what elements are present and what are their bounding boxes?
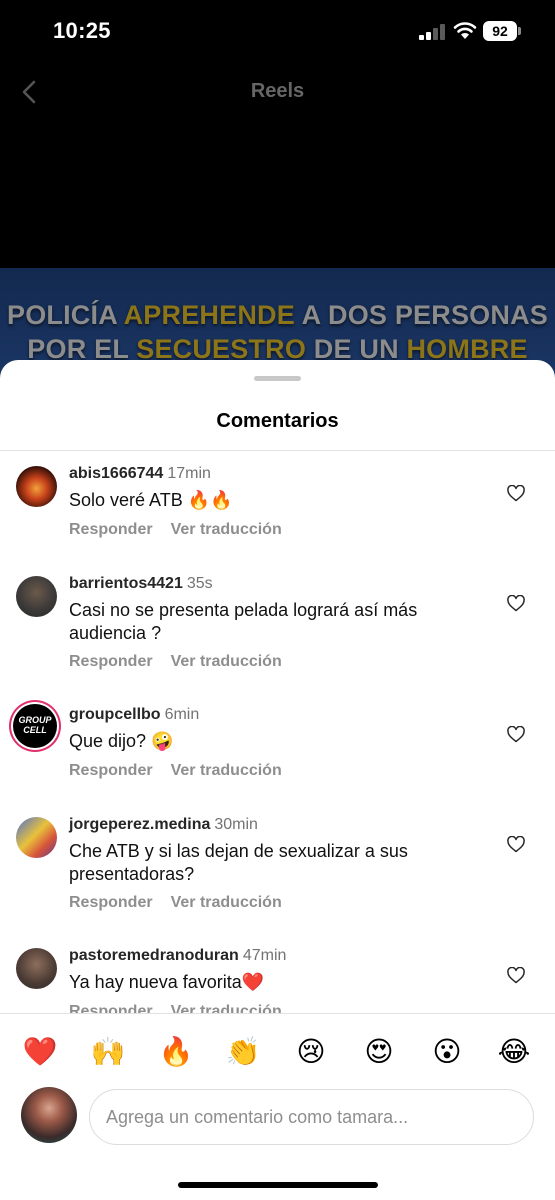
battery-tip	[518, 27, 521, 35]
video-headline: POLICÍA APREHENDE A DOS PERSONAS POR EL …	[0, 298, 555, 366]
comments-sheet: Comentarios abis1666744 17min Solo veré A…	[0, 360, 555, 1200]
heart-icon[interactable]	[507, 836, 525, 853]
raising-hands-emoji-button[interactable]: 🙌	[90, 1034, 126, 1070]
laughing-face-emoji-button[interactable]: 😂	[496, 1034, 532, 1070]
clapping-hands-emoji-button[interactable]: 👏	[225, 1034, 261, 1070]
battery-indicator: 92	[483, 21, 517, 41]
wifi-icon	[453, 22, 477, 39]
comment-actions: Responder Ver traducción	[69, 521, 300, 539]
comment-actions: Responder Ver traducción	[69, 762, 300, 780]
comment-text: Ya hay nueva favorita❤️	[69, 972, 265, 992]
comment-text: Che ATB y si las dejan de sexualizar a s…	[69, 841, 408, 884]
comment-username[interactable]: jorgeperez.medina	[69, 816, 210, 833]
status-time: 10:25	[53, 18, 111, 43]
comment-text: Que dijo? 🤪	[69, 731, 174, 751]
avatar[interactable]: GROUP CELL	[13, 704, 57, 748]
reply-button[interactable]: Responder	[69, 762, 153, 779]
translate-button[interactable]: Ver traducción	[171, 521, 282, 538]
fire-emoji-button[interactable]: 🔥	[158, 1034, 194, 1070]
comment-header: groupcellbo 6min	[69, 706, 199, 724]
comment-item: jorgeperez.medina 30min Che ATB y si las …	[0, 810, 555, 941]
sheet-grabber[interactable]	[254, 376, 301, 381]
comment-item: pastoremedranoduran 47min Ya hay nueva fa…	[0, 941, 555, 1013]
comment-item: GROUP CELL groupcellbo 6min Que dijo? 🤪 R…	[0, 700, 555, 810]
home-indicator[interactable]	[178, 1182, 378, 1188]
heart-eyes-emoji-button[interactable]: 😍	[361, 1034, 397, 1070]
avatar[interactable]	[16, 576, 57, 617]
comment-time: 6min	[164, 706, 200, 723]
avatar[interactable]	[16, 466, 57, 507]
comment-username[interactable]: groupcellbo	[69, 706, 161, 723]
avatar[interactable]	[16, 948, 57, 989]
reply-button[interactable]: Responder	[69, 521, 153, 538]
translate-button[interactable]: Ver traducción	[171, 653, 282, 670]
heart-icon[interactable]	[507, 595, 525, 612]
comment-header: barrientos4421 35s	[69, 575, 213, 593]
heart-icon[interactable]	[507, 726, 525, 743]
comment-username[interactable]: pastoremedranoduran	[69, 947, 239, 964]
comment-actions: Responder Ver traducción	[69, 653, 300, 671]
crying-face-emoji-button[interactable]: 😢	[293, 1034, 329, 1070]
comments-list[interactable]: abis1666744 17min Solo veré ATB 🔥🔥 Respon…	[0, 451, 555, 1013]
translate-button[interactable]: Ver traducción	[171, 762, 282, 779]
comment-text: Casi no se presenta pelada logrará así m…	[69, 600, 418, 643]
comment-time: 35s	[186, 575, 213, 592]
headline-word: A DOS PERSONAS	[294, 300, 548, 330]
headline-line-1: POLICÍA APREHENDE A DOS PERSONAS	[0, 298, 555, 332]
comment-actions: Responder Ver traducción	[69, 1003, 300, 1013]
my-avatar	[21, 1087, 77, 1143]
comment-header: jorgeperez.medina 30min	[69, 816, 258, 834]
avatar[interactable]	[16, 817, 57, 858]
comment-username[interactable]: barrientos4421	[69, 575, 183, 592]
page-title: Reels	[250, 80, 305, 102]
surprised-face-emoji-button[interactable]: 😮	[429, 1034, 465, 1070]
avatar-logo-text: GROUP CELL	[18, 715, 52, 735]
comment-time: 30min	[214, 816, 258, 833]
emoji-reaction-bar: ❤️ 🙌 🔥 👏 😢 😍 😮 😂	[0, 1013, 555, 1085]
cellular-signal-icon	[419, 24, 445, 40]
heart-icon[interactable]	[507, 485, 525, 502]
comment-time: 17min	[167, 465, 211, 482]
heart-icon[interactable]	[507, 967, 525, 984]
headline-word: POLICÍA	[7, 300, 124, 330]
comment-item: barrientos4421 35s Casi no se presenta pe…	[0, 569, 555, 700]
comment-item: abis1666744 17min Solo veré ATB 🔥🔥 Respon…	[0, 459, 555, 569]
comment-input[interactable]	[89, 1089, 534, 1145]
headline-highlight-word: APREHENDE	[123, 300, 295, 330]
comment-actions: Responder Ver traducción	[69, 894, 300, 912]
reply-button[interactable]: Responder	[69, 653, 153, 670]
sheet-title: Comentarios	[216, 410, 339, 432]
status-bar: 10:25 92	[0, 0, 555, 62]
comment-username[interactable]: abis1666744	[69, 465, 163, 482]
comment-text: Solo veré ATB 🔥🔥	[69, 490, 233, 510]
translate-button[interactable]: Ver traducción	[171, 1003, 282, 1013]
reply-button[interactable]: Responder	[69, 894, 153, 911]
translate-button[interactable]: Ver traducción	[171, 894, 282, 911]
comment-header: pastoremedranoduran 47min	[69, 947, 286, 965]
reply-button[interactable]: Responder	[69, 1003, 153, 1013]
comment-time: 47min	[242, 947, 287, 964]
comment-header: abis1666744 17min	[69, 465, 211, 483]
red-heart-emoji-button[interactable]: ❤️	[22, 1034, 58, 1070]
